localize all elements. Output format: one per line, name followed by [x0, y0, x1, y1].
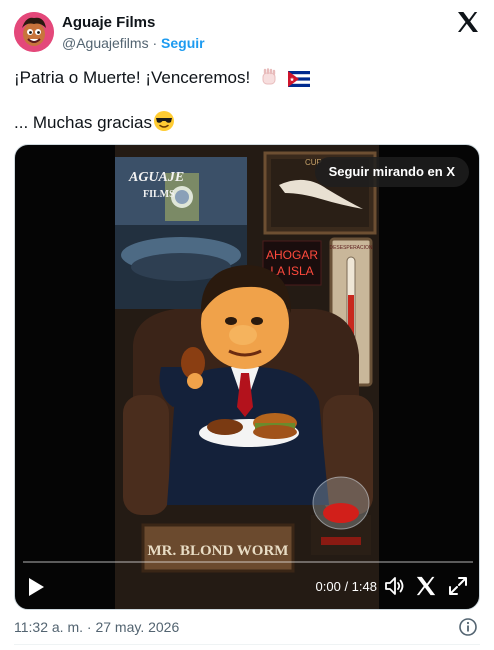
continue-watching-button[interactable]: Seguir mirando en X	[314, 157, 469, 187]
author-info: Aguaje Films @Aguajefilms · Seguir	[62, 14, 205, 52]
raised-fist-emoji	[259, 67, 279, 94]
timestamp[interactable]: 11:32 a. m. · 27 may. 2026	[14, 618, 179, 636]
volume-icon[interactable]	[383, 575, 405, 597]
display-name[interactable]: Aguaje Films	[62, 14, 205, 32]
video-player[interactable]: AGUAJE FILMS CUP AHOGAR LA ISLA DESESPER…	[14, 144, 480, 610]
follow-button[interactable]: Seguir	[161, 35, 205, 51]
video-brand-top: AGUAJE	[128, 170, 184, 185]
tweet-header: Aguaje Films @Aguajefilms · Seguir	[14, 10, 480, 56]
separator: ·	[152, 35, 158, 51]
x-logo-icon[interactable]	[456, 10, 480, 34]
cuba-flag-emoji	[287, 70, 310, 94]
tweet-card: Aguaje Films @Aguajefilms · Seguir ¡Patr…	[0, 0, 494, 650]
video-brand-bottom: FILMS	[143, 189, 175, 200]
play-icon[interactable]	[27, 577, 45, 597]
progress-bar[interactable]	[23, 561, 473, 563]
info-icon[interactable]	[458, 617, 478, 637]
tweet-text: ¡Patria o Muerte! ¡Venceremos! ... Mucha…	[14, 66, 480, 134]
video-sign-line1: AHOGAR	[266, 248, 318, 262]
handle-row: @Aguajefilms · Seguir	[62, 34, 205, 52]
tweet-line-1-text: ¡Patria o Muerte! ¡Venceremos!	[14, 68, 251, 87]
expand-icon[interactable]	[447, 575, 469, 597]
video-thermo-label: DESESPERACION	[329, 245, 372, 251]
divider	[14, 644, 480, 645]
avatar[interactable]	[14, 12, 54, 52]
handle[interactable]: @Aguajefilms	[62, 35, 149, 51]
tweet-line-2-text: ... Muchas gracias	[14, 113, 152, 132]
tweet-line-2: ... Muchas gracias	[14, 110, 480, 134]
sunglasses-emoji	[153, 110, 175, 139]
tweet-line-1: ¡Patria o Muerte! ¡Venceremos!	[14, 66, 480, 90]
time-display: 0:00 / 1:48	[315, 579, 377, 594]
x-logo-icon[interactable]	[415, 575, 437, 597]
video-frame[interactable]: AGUAJE FILMS CUP AHOGAR LA ISLA DESESPER…	[115, 145, 379, 610]
video-controls: 0:00 / 1:48	[15, 557, 479, 609]
